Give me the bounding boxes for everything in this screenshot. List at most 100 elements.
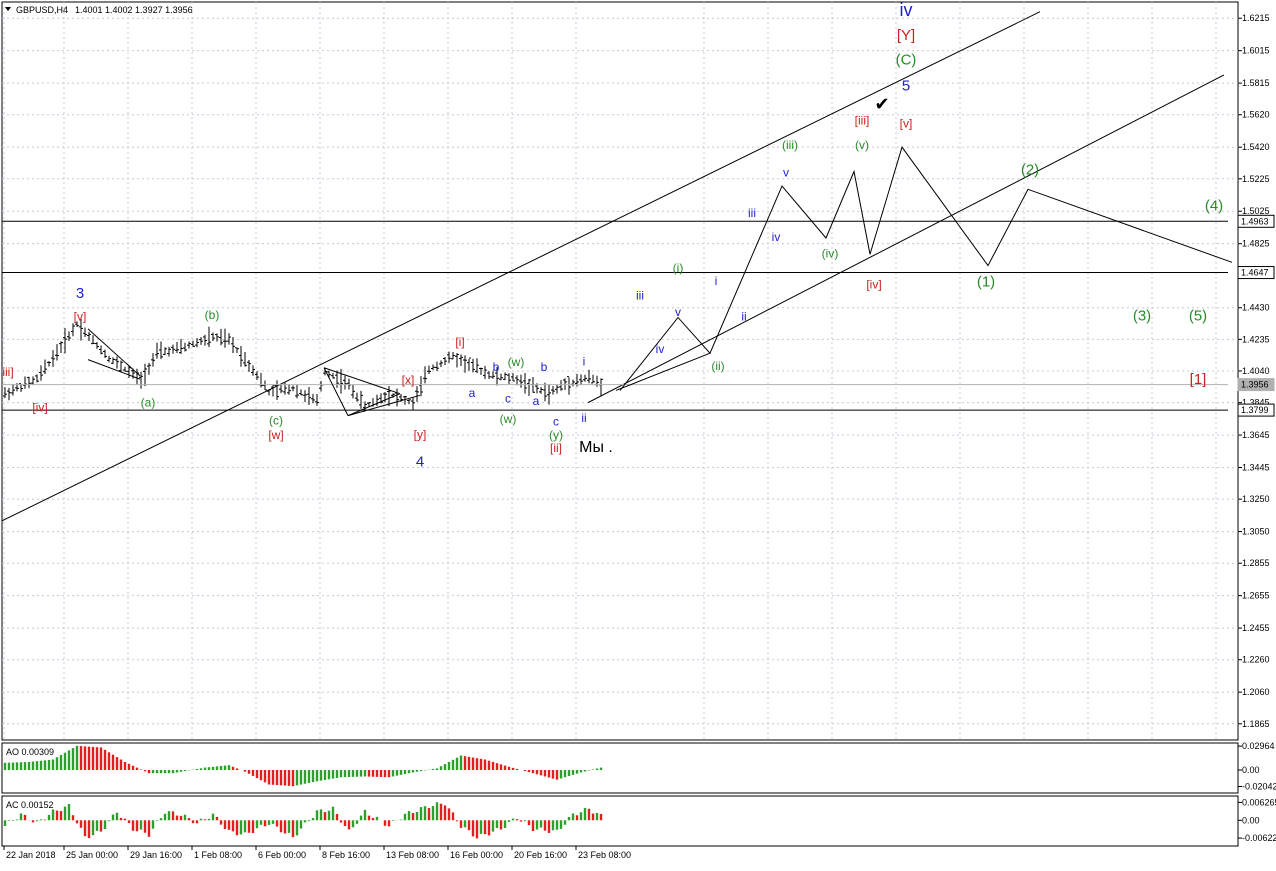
time-tick-label: 29 Jan 16:00 (130, 850, 182, 860)
quote-label: 1.4001 1.4002 1.3927 1.3956 (75, 5, 193, 15)
wave-label: (w) (500, 412, 517, 426)
price-tick-label: 1.2455 (1242, 623, 1270, 633)
wave-label: iv (656, 342, 665, 356)
price-label-text: 1.3956 (1241, 380, 1269, 390)
time-tick-label: 8 Feb 16:00 (322, 850, 370, 860)
ao-label: AO 0.00309 (6, 747, 54, 757)
wave-label: iii (636, 289, 644, 303)
wave-label: (3) (1133, 308, 1151, 325)
wave-label: (iv) (822, 246, 839, 260)
wave-label: [Y] (897, 27, 915, 44)
wave-label: (a) (141, 396, 156, 410)
indicator-tick-label: 0.00 (1242, 765, 1260, 775)
wave-label: [iii] (855, 113, 870, 127)
wave-label: (4) (1205, 197, 1223, 214)
time-tick-label: 16 Feb 00:00 (450, 850, 503, 860)
price-tick-label: 1.2060 (1242, 687, 1270, 697)
price-tick-label: 1.5815 (1242, 78, 1270, 88)
wave-label: (c) (269, 414, 283, 428)
wave-label: a (469, 386, 476, 400)
price-tick-label: 1.4235 (1242, 334, 1270, 344)
time-axis: 22 Jan 2018 25 Jan 00:00 29 Jan 16:00 1 Feb… (3, 846, 631, 860)
wave-label: c (505, 392, 511, 406)
wave-label: (C) (896, 51, 917, 68)
wave-label: iii] (2, 365, 13, 379)
wave-label: (y) (549, 428, 563, 442)
price-tick-label: 1.3645 (1242, 430, 1270, 440)
price-tick-label: 1.3445 (1242, 463, 1270, 473)
price-axis: 1.6215 1.6015 1.5815 1.5620 1.5420 1.5225 1.50… (1237, 13, 1275, 729)
wave-label: 4 (416, 454, 424, 471)
price-label-text: 1.4963 (1241, 216, 1269, 226)
wave-label: (2) (1021, 162, 1039, 179)
wave-label: ii (581, 411, 586, 425)
chart-window[interactable]: 3 [v] iii] [iv] (a) (b) (c) [w] [x] [y] 4 [i] a b c (w)… (0, 0, 1276, 866)
ac-label: AC 0.00152 (6, 800, 54, 810)
indicator-tick-label: 0.02964 (1242, 741, 1275, 751)
wave-label: c (553, 414, 559, 428)
price-tick-label: 1.6015 (1242, 46, 1270, 56)
time-tick-label: 25 Jan 00:00 (66, 850, 118, 860)
wave-label: b (493, 360, 500, 374)
wave-label: i (583, 354, 586, 368)
wave-label: [v] (900, 117, 913, 131)
wave-label: (b) (205, 308, 220, 322)
wave-label: [i] (455, 335, 464, 349)
ac-panel (1, 795, 1239, 847)
wave-label: 3 (76, 285, 84, 302)
wave-label: (iii) (782, 138, 798, 152)
wave-label: ii (741, 310, 746, 324)
wave-label: [v] (74, 310, 87, 324)
wave-label: (5) (1189, 308, 1207, 325)
wave-label: a (533, 394, 540, 408)
price-label-text: 1.4647 (1241, 268, 1269, 278)
chart-canvas[interactable]: 3 [v] iii] [iv] (a) (b) (c)[w] [x] [y] 4 [i] a b c (w)… (0, 0, 1276, 866)
time-tick-label: 20 Feb 16:00 (514, 850, 567, 860)
time-tick-label: 23 Feb 08:00 (578, 850, 631, 860)
price-tick-label: 1.4430 (1242, 303, 1270, 313)
price-tick-label: 1.6215 (1242, 13, 1270, 23)
indicator-tick-label: 0.00 (1242, 815, 1260, 825)
wave-label: [ii] (550, 441, 562, 455)
price-tick-label: 1.4825 (1242, 239, 1270, 249)
indicator-tick-label: 0.006265 (1242, 797, 1276, 807)
wave-label: [x] (402, 373, 415, 387)
price-tick-label: 1.3250 (1242, 494, 1270, 504)
price-tick-label: 1.5225 (1242, 174, 1270, 184)
chart-header[interactable]: GBPUSD,H4 1.4001 1.4002 1.3927 1.3956 (5, 5, 193, 15)
indicator-tick-label: -0.006225 (1242, 833, 1276, 843)
wave-label: [1] (1190, 371, 1207, 388)
ao-panel (1, 742, 1239, 794)
time-tick-label: 22 Jan 2018 (6, 850, 56, 860)
wave-label: 5 (902, 77, 910, 94)
wave-label: iv (772, 230, 781, 244)
price-tick-label: 1.2855 (1242, 558, 1270, 568)
wave-label: (1) (977, 274, 995, 291)
wave-label: v (783, 165, 789, 179)
price-label-text: 1.3799 (1241, 405, 1269, 415)
wave-label: (i) (673, 261, 684, 275)
wave-label: [y] (414, 427, 427, 441)
price-tick-label: 1.5620 (1242, 110, 1270, 120)
indicator-tick-label: -0.02042 (1242, 781, 1276, 791)
price-tick-label: 1.5025 (1242, 206, 1270, 216)
wave-label: [w] (268, 428, 283, 442)
price-tick-label: 1.5420 (1242, 142, 1270, 152)
time-tick-label: 13 Feb 08:00 (386, 850, 439, 860)
price-tick-label: 1.3050 (1242, 527, 1270, 537)
wave-label: b (541, 360, 548, 374)
price-tick-label: 1.1865 (1242, 719, 1270, 729)
wave-label: [iv] (32, 401, 47, 415)
price-tick-label: 1.2655 (1242, 591, 1270, 601)
wave-label: v (675, 305, 681, 319)
wave-label: ✔ (874, 94, 889, 114)
time-tick-label: 6 Feb 00:00 (258, 850, 306, 860)
wave-label: (v) (855, 138, 869, 152)
wave-label: [iv] (866, 277, 881, 291)
wave-label: iii (748, 206, 756, 220)
wave-label: (ii) (711, 359, 724, 373)
price-tick-label: 1.2260 (1242, 655, 1270, 665)
price-tick-label: 1.4040 (1242, 366, 1270, 376)
wave-label: iv (900, 0, 913, 20)
wave-label: (w) (508, 355, 525, 369)
